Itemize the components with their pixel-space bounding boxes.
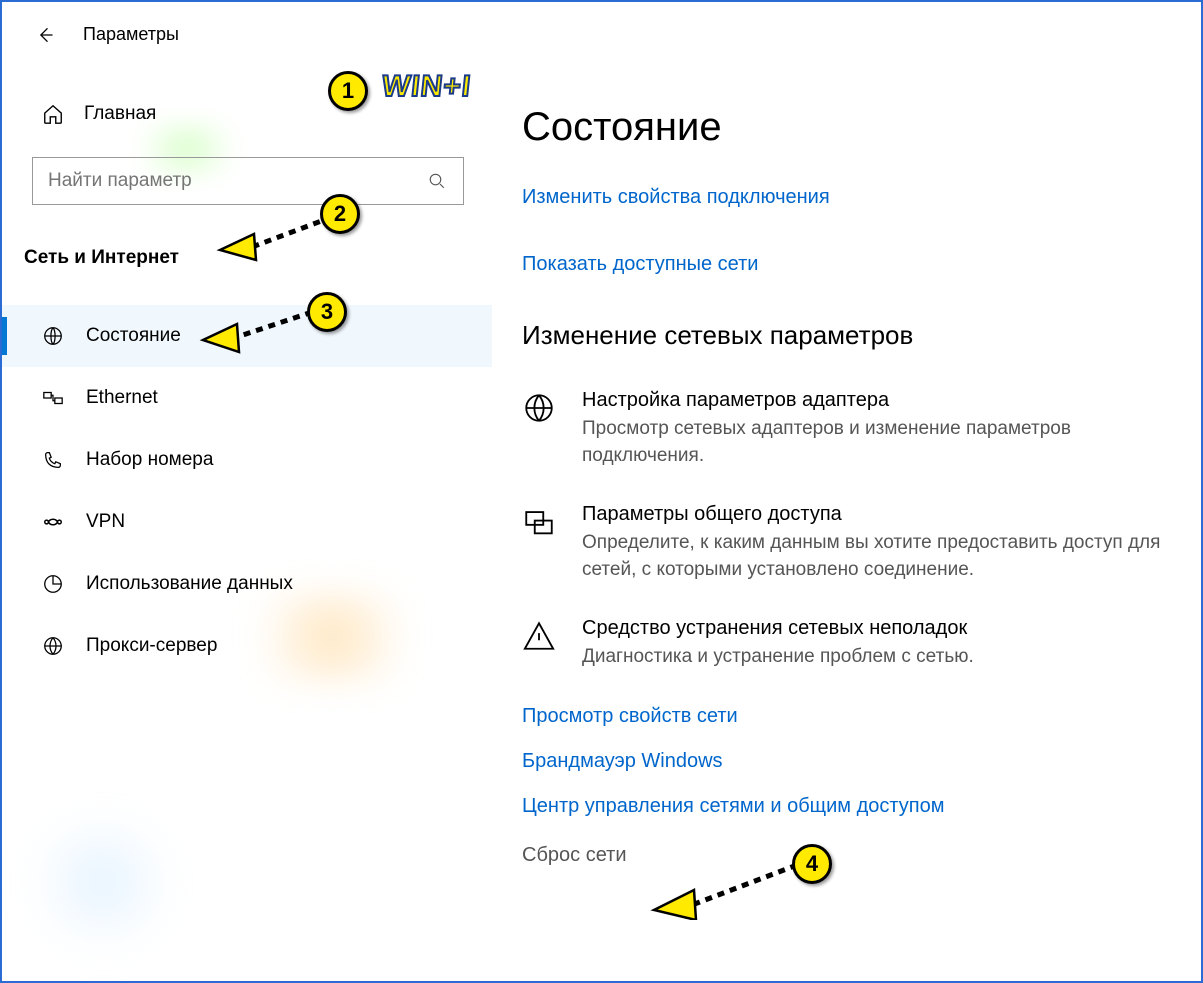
link-windows-firewall[interactable]: Брандмауэр Windows [522, 750, 1171, 773]
adapter-icon [522, 391, 558, 427]
window-title: Параметры [83, 24, 179, 45]
annotation-winkey-label: WIN+I [380, 70, 473, 104]
page-title: Состояние [522, 105, 1171, 150]
annotation-badge-2: 2 [320, 194, 360, 234]
warning-icon [522, 619, 558, 655]
search-icon [426, 170, 448, 192]
vpn-icon [42, 511, 64, 533]
sidebar-item-dialup[interactable]: Набор номера [2, 429, 492, 491]
home-icon [42, 103, 64, 125]
sidebar-item-vpn[interactable]: VPN [2, 491, 492, 553]
search-input-container[interactable] [32, 157, 464, 205]
annotation-badge-3: 3 [307, 292, 347, 332]
search-input[interactable] [48, 170, 408, 192]
sidebar-home[interactable]: Главная [2, 103, 492, 125]
globe-icon [42, 325, 64, 347]
option-troubleshoot[interactable]: Средство устранения сетевых неполадок Ди… [522, 617, 1171, 671]
subheading-change-settings: Изменение сетевых параметров [522, 320, 1171, 351]
link-view-network-props[interactable]: Просмотр свойств сети [522, 705, 1171, 728]
sharing-icon [522, 505, 558, 541]
data-usage-icon [42, 573, 64, 595]
sidebar-item-label: VPN [86, 511, 125, 533]
option-title: Параметры общего доступа [582, 503, 1171, 526]
phone-icon [42, 449, 64, 471]
proxy-icon [42, 635, 64, 657]
annotation-arrow-4 [642, 860, 812, 920]
link-network-reset[interactable]: Сброс сети [522, 844, 1171, 867]
option-desc: Диагностика и устранение проблем с сетью… [582, 644, 974, 671]
option-desc: Определите, к каким данным вы хотите пре… [582, 530, 1171, 583]
sidebar-item-label: Прокси-сервер [86, 635, 217, 657]
sidebar-item-label: Состояние [86, 325, 181, 347]
link-show-available-networks[interactable]: Показать доступные сети [522, 253, 1171, 276]
link-change-connection-props[interactable]: Изменить свойства подключения [522, 186, 1171, 209]
option-title: Средство устранения сетевых неполадок [582, 617, 974, 640]
option-title: Настройка параметров адаптера [582, 389, 1171, 412]
ethernet-icon [42, 387, 64, 409]
link-network-sharing-center[interactable]: Центр управления сетями и общим доступом [522, 795, 1171, 818]
sidebar-item-label: Ethernet [86, 387, 158, 409]
sidebar-item-proxy[interactable]: Прокси-сервер [2, 615, 492, 677]
sidebar-item-label: Набор номера [86, 449, 213, 471]
annotation-badge-1: 1 [328, 71, 368, 111]
option-sharing-settings[interactable]: Параметры общего доступа Определите, к к… [522, 503, 1171, 583]
option-desc: Просмотр сетевых адаптеров и изменение п… [582, 416, 1171, 469]
back-button[interactable] [35, 25, 55, 45]
sidebar-item-label: Использование данных [86, 573, 293, 595]
sidebar-item-ethernet[interactable]: Ethernet [2, 367, 492, 429]
option-adapter-settings[interactable]: Настройка параметров адаптера Просмотр с… [522, 389, 1171, 469]
sidebar-home-label: Главная [84, 103, 156, 125]
annotation-badge-4: 4 [792, 844, 832, 884]
sidebar-item-data-usage[interactable]: Использование данных [2, 553, 492, 615]
